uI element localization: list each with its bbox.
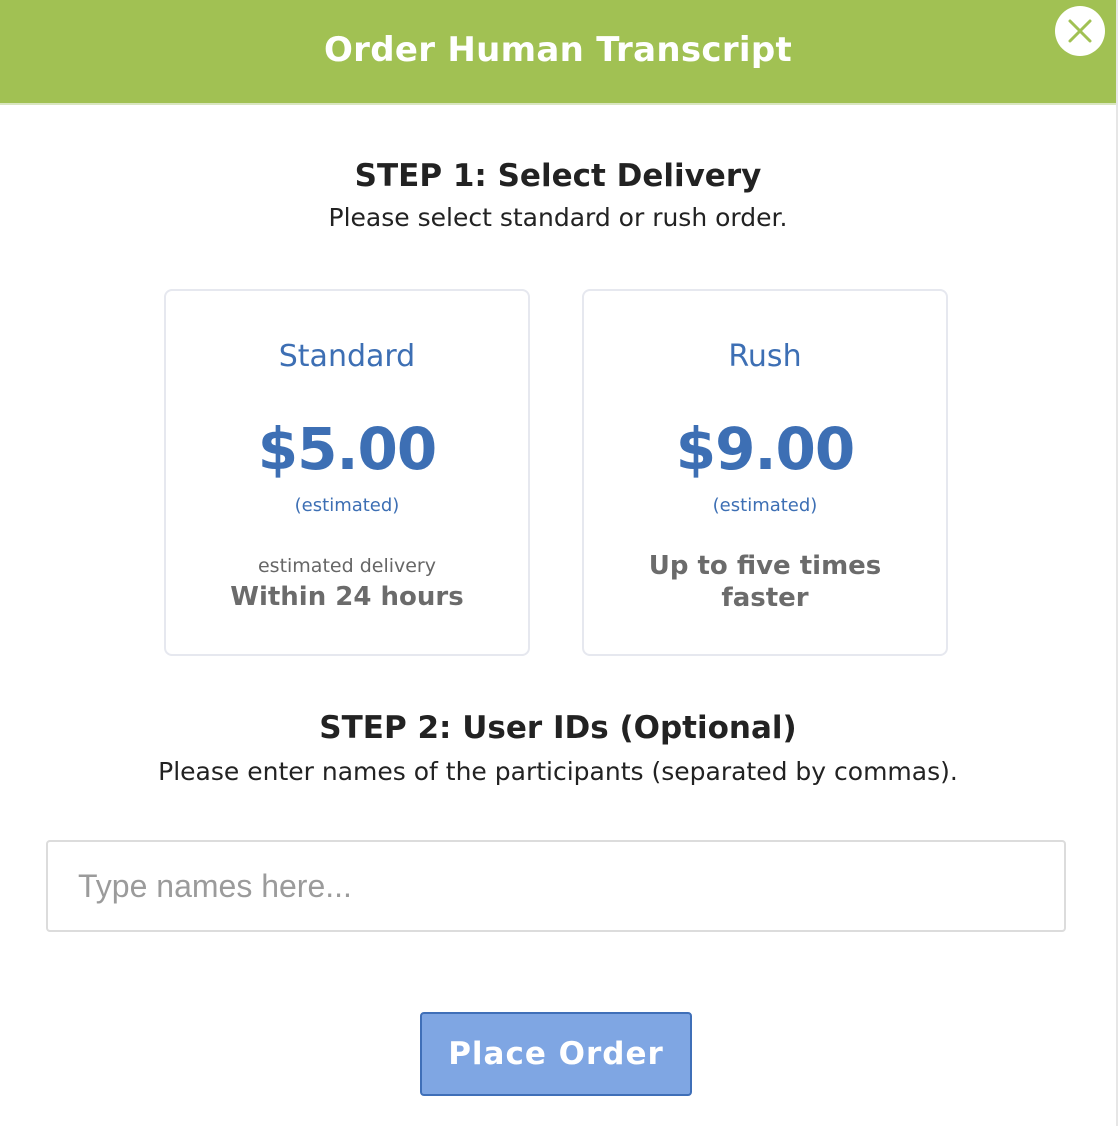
option-name: Standard [278, 339, 416, 374]
step2-title: STEP 2: User IDs (Optional) [319, 710, 797, 746]
standard-delivery-option[interactable]: Standard $5.00 (estimated) estimated del… [164, 289, 530, 656]
option-price: $5.00 [257, 415, 437, 483]
order-transcript-modal: Order Human Transcript STEP 1: Select De… [0, 0, 1118, 1126]
rush-delivery-option[interactable]: Rush $9.00 (estimated) Up to five times … [582, 289, 948, 656]
option-name: Rush [728, 339, 802, 374]
option-delivery-time: Within 24 hours [230, 582, 464, 612]
close-icon [1068, 19, 1092, 43]
step2-subtitle: Please enter names of the participants (… [158, 757, 958, 786]
step1-subtitle: Please select standard or rush order. [328, 203, 788, 232]
modal-title: Order Human Transcript [323, 29, 793, 70]
option-speed-line-1: Up to five times [648, 551, 882, 581]
close-button[interactable] [1055, 6, 1105, 56]
step1-title: STEP 1: Select Delivery [354, 158, 762, 194]
option-speed-line-2: faster [721, 583, 809, 613]
option-price: $9.00 [675, 415, 855, 483]
option-estimated-label: (estimated) [294, 495, 400, 516]
modal-header: Order Human Transcript [0, 0, 1116, 105]
place-order-button[interactable]: Place Order [420, 1012, 692, 1096]
option-delivery-label: estimated delivery [257, 555, 436, 577]
participant-names-input[interactable] [46, 840, 1066, 932]
option-estimated-label: (estimated) [712, 495, 818, 516]
